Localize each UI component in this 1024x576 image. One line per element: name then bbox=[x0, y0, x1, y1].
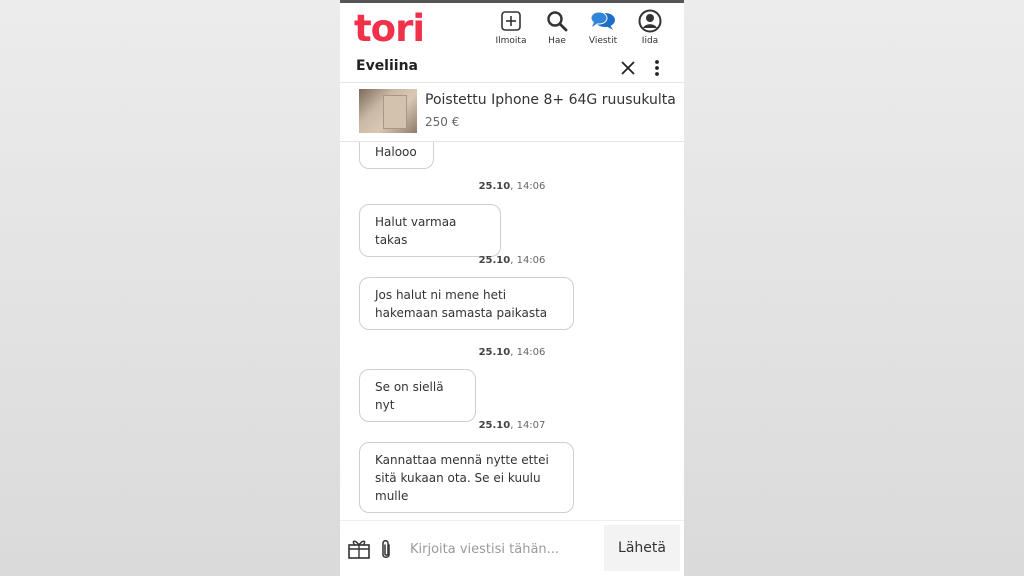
timestamp-date: 25.10 bbox=[478, 181, 511, 192]
product-title[interactable]: Poistettu Iphone 8+ 64G ruusukulta bbox=[425, 92, 676, 108]
product-price: 250 € bbox=[425, 115, 460, 129]
chat-bubbles-icon bbox=[578, 9, 628, 33]
timestamp-date: 25.10 bbox=[478, 255, 511, 266]
phone-screen: tori Ilmoita Hae Viestit Iida Eveliina P… bbox=[340, 0, 684, 576]
timestamp-time: , 14:06 bbox=[510, 181, 546, 192]
timestamp-time: , 14:07 bbox=[510, 420, 546, 431]
message-bubble: Halut varmaa takas bbox=[359, 204, 501, 257]
message-composer: Lähetä bbox=[340, 520, 684, 576]
paperclip-icon bbox=[382, 540, 390, 558]
message-input[interactable] bbox=[406, 535, 604, 563]
timestamp-date: 25.10 bbox=[478, 347, 511, 358]
message-text: Kannattaa mennä nytte ettei sitä kukaan … bbox=[375, 453, 549, 503]
message-text: Halut varmaa takas bbox=[375, 215, 457, 247]
gift-button[interactable] bbox=[347, 537, 371, 559]
message-text: Se on siellä nyt bbox=[375, 380, 444, 412]
message-text: Jos halut ni mene heti hakemaan samasta … bbox=[375, 288, 548, 320]
nav-label: Hae bbox=[548, 36, 566, 46]
nav-iida[interactable]: Iida bbox=[625, 9, 675, 46]
plus-square-icon bbox=[486, 9, 536, 33]
message-timestamp: 25.10, 14:07 bbox=[340, 420, 684, 431]
message-text: Halooo bbox=[375, 145, 417, 159]
nav-ilmoita[interactable]: Ilmoita bbox=[486, 9, 536, 46]
product-thumbnail[interactable] bbox=[359, 89, 417, 133]
message-timestamp: 25.10, 14:06 bbox=[340, 255, 684, 266]
conversation-bar: Eveliina bbox=[340, 53, 684, 83]
message-bubble: Kannattaa mennä nytte ettei sitä kukaan … bbox=[359, 442, 574, 513]
nav-label: Iida bbox=[641, 36, 659, 46]
attach-button[interactable] bbox=[378, 539, 394, 561]
nav-viestit[interactable]: Viestit bbox=[578, 9, 628, 46]
close-button[interactable] bbox=[616, 57, 640, 79]
conversation-name: Eveliina bbox=[356, 58, 418, 74]
nav-label: Ilmoita bbox=[495, 36, 527, 46]
gift-icon bbox=[348, 540, 370, 559]
user-icon bbox=[625, 9, 675, 33]
message-timestamp: 25.10, 14:06 bbox=[340, 181, 684, 192]
message-timestamp: 25.10, 14:06 bbox=[340, 347, 684, 358]
close-icon bbox=[621, 61, 635, 75]
more-options-button[interactable] bbox=[648, 57, 666, 79]
timestamp-time: , 14:06 bbox=[510, 347, 546, 358]
product-card[interactable]: Poistettu Iphone 8+ 64G ruusukulta 250 € bbox=[340, 83, 684, 142]
app-header: tori Ilmoita Hae Viestit Iida bbox=[340, 3, 684, 53]
tori-logo[interactable]: tori bbox=[354, 7, 425, 50]
nav-hae[interactable]: Hae bbox=[532, 9, 582, 46]
phone-image-shape bbox=[383, 95, 407, 129]
message-list[interactable]: Halooo 25.10, 14:06 Halut varmaa takas 2… bbox=[340, 142, 684, 520]
nav-label: Viestit bbox=[588, 36, 618, 46]
message-bubble: Halooo bbox=[359, 142, 434, 169]
message-bubble: Jos halut ni mene heti hakemaan samasta … bbox=[359, 277, 574, 330]
search-icon bbox=[532, 9, 582, 33]
message-bubble: Se on siellä nyt bbox=[359, 369, 476, 422]
timestamp-date: 25.10 bbox=[478, 420, 511, 431]
timestamp-time: , 14:06 bbox=[510, 255, 546, 266]
send-button[interactable]: Lähetä bbox=[604, 525, 680, 571]
more-vertical-icon bbox=[655, 60, 659, 76]
